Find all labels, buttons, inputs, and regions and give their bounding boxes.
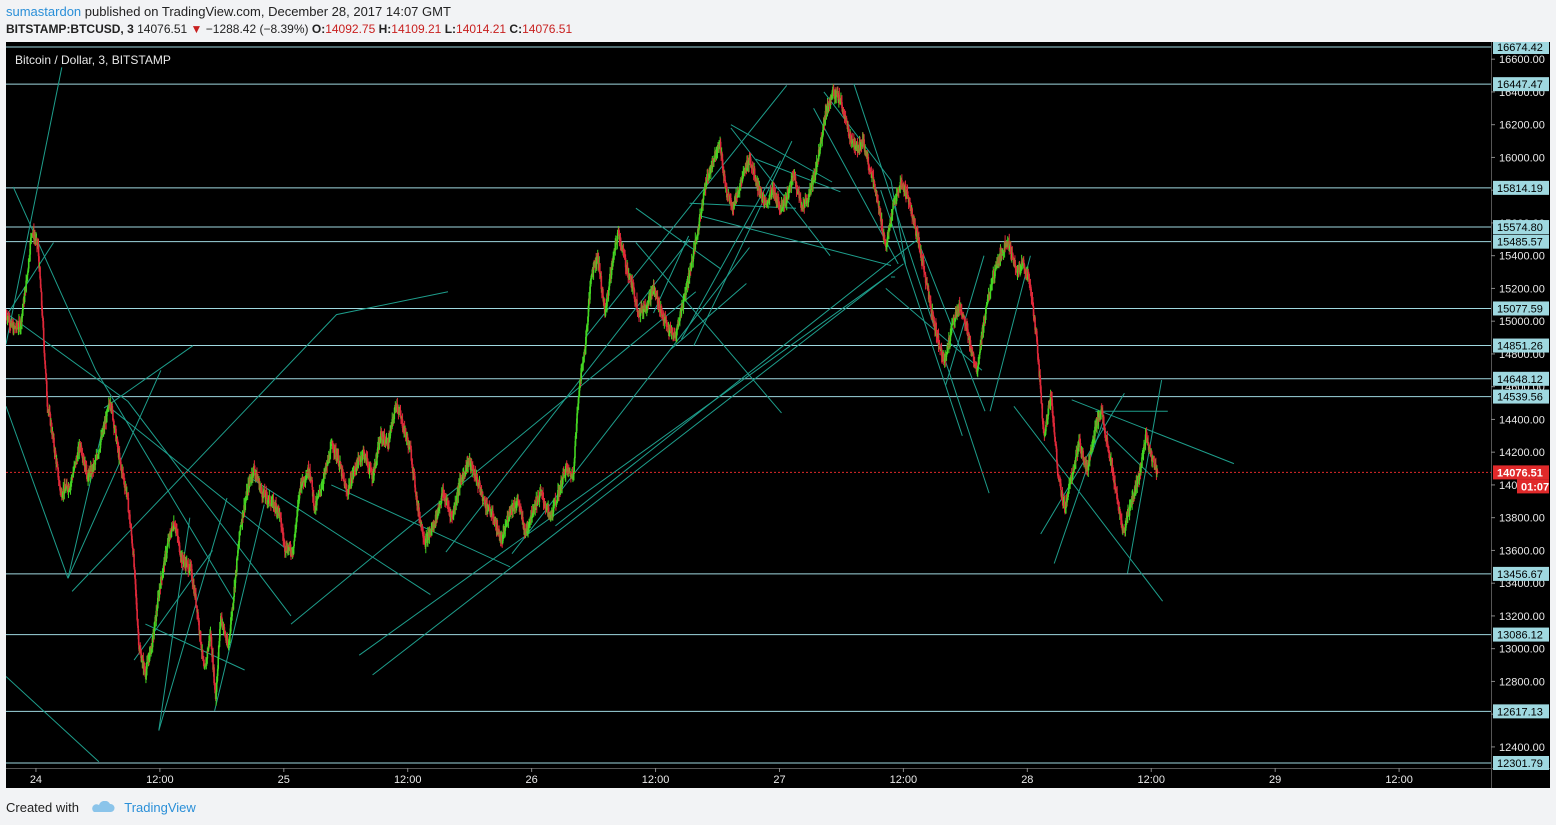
symbol-label: BITSTAMP:BTCUSD, 3 bbox=[6, 22, 134, 36]
plot-area bbox=[6, 46, 1491, 764]
candle-body bbox=[636, 299, 638, 310]
down-arrow-icon: ▼ bbox=[190, 22, 203, 36]
candle-body bbox=[166, 546, 168, 553]
published-text: published on TradingView.com, December 2… bbox=[81, 4, 451, 19]
candle-body bbox=[215, 682, 218, 692]
price-chart[interactable]: Bitcoin / Dollar, 3, BITSTAMP12400.00126… bbox=[6, 42, 1550, 788]
candle-body bbox=[517, 499, 520, 501]
candle-body bbox=[810, 189, 812, 194]
trendline bbox=[670, 283, 747, 350]
trendline bbox=[372, 263, 904, 676]
candle-body bbox=[538, 497, 541, 502]
candle-body bbox=[236, 558, 238, 572]
trendline bbox=[635, 242, 782, 414]
author-link[interactable]: sumastardon bbox=[6, 4, 81, 19]
candle-body bbox=[195, 594, 197, 605]
low-label: L: bbox=[444, 22, 457, 36]
trendline bbox=[358, 271, 894, 656]
candle-body bbox=[203, 666, 206, 669]
candle-body bbox=[42, 327, 45, 341]
close-value: 14076.51 bbox=[522, 22, 573, 36]
trendline bbox=[71, 291, 449, 592]
trendline bbox=[701, 215, 892, 266]
candle-body bbox=[803, 207, 806, 209]
trendline bbox=[6, 406, 69, 579]
trendline bbox=[6, 676, 100, 763]
trendline bbox=[853, 83, 990, 494]
candle-body bbox=[578, 387, 581, 391]
trendline bbox=[1013, 405, 1163, 602]
candle-body bbox=[574, 446, 576, 459]
trendline bbox=[107, 405, 289, 551]
change-value: −1288.42 (−8.39%) bbox=[205, 22, 309, 36]
candle-body bbox=[137, 632, 140, 646]
candle-body bbox=[56, 464, 59, 468]
open-value: 14092.75 bbox=[325, 22, 376, 36]
close-label: C: bbox=[509, 22, 523, 36]
trendline bbox=[248, 476, 431, 596]
high-label: H: bbox=[378, 22, 392, 36]
candle-body bbox=[260, 487, 263, 492]
candle-body bbox=[819, 142, 822, 151]
candle-body bbox=[43, 353, 46, 361]
trendline bbox=[989, 255, 1031, 412]
trendline bbox=[158, 517, 191, 731]
candle-body bbox=[94, 460, 97, 465]
trendline bbox=[916, 237, 986, 412]
publish-line: sumastardon published on TradingView.com… bbox=[6, 4, 451, 19]
candle-body bbox=[26, 272, 29, 276]
open-label: O: bbox=[311, 22, 326, 36]
high-value: 14109.21 bbox=[391, 22, 442, 36]
candle-body bbox=[134, 570, 136, 580]
chart-frame[interactable]: Bitcoin / Dollar, 3, BITSTAMP12400.00126… bbox=[6, 42, 1550, 788]
candle-body bbox=[311, 480, 313, 488]
candle-body bbox=[136, 609, 138, 620]
candle-body bbox=[393, 413, 396, 420]
candle-body bbox=[153, 629, 155, 636]
last-price-value: 14076.51 bbox=[137, 22, 188, 36]
ohlc-line: BITSTAMP:BTCUSD, 3 14076.51 ▼ −1288.42 (… bbox=[6, 22, 572, 36]
candle-body bbox=[698, 227, 700, 231]
candle-body bbox=[198, 620, 200, 631]
low-value: 14014.21 bbox=[456, 22, 507, 36]
